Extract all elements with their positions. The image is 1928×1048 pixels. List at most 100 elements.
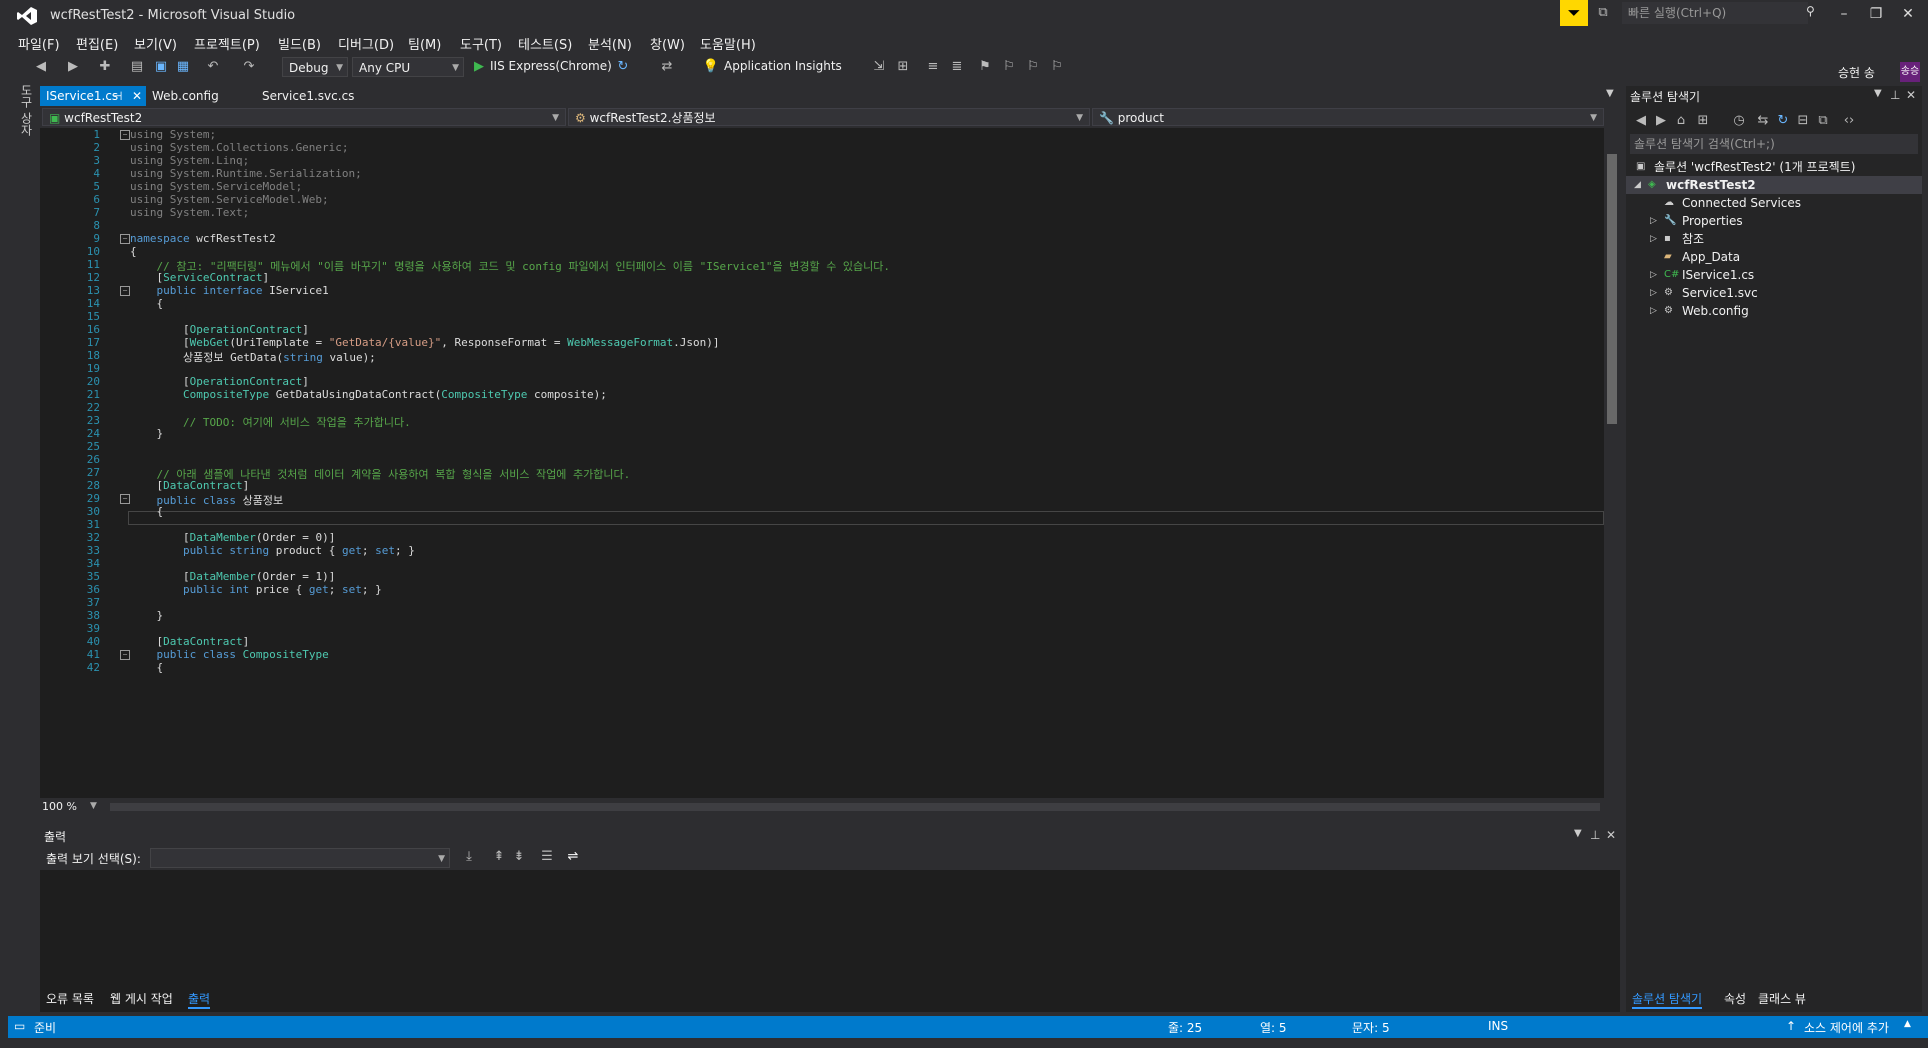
search-icon[interactable]: ⚲ xyxy=(1806,4,1815,18)
expand-icon[interactable]: ▷ xyxy=(1650,266,1657,284)
switch-views-icon[interactable]: ⊞ xyxy=(1694,112,1712,130)
refresh-icon[interactable]: ↻ xyxy=(614,58,632,76)
close-icon[interactable]: ✕ xyxy=(132,86,142,106)
clear-bookmarks-icon[interactable]: ⚐ xyxy=(1048,58,1066,76)
clear-all-icon[interactable]: ☰ xyxy=(538,848,556,866)
tree-item[interactable]: ▣ 솔루션 'wcfRestTest2' (1개 프로젝트) xyxy=(1626,158,1922,176)
forward-icon[interactable]: ▶ xyxy=(64,58,82,76)
tab-output[interactable]: 출력 xyxy=(188,990,211,1009)
horizontal-scrollbar[interactable] xyxy=(110,803,1600,811)
save-all-icon[interactable]: ▦ xyxy=(174,58,192,76)
code-line[interactable]: public class CompositeType xyxy=(130,648,329,661)
code-line[interactable]: using System.ServiceModel; xyxy=(130,180,302,193)
tree-item[interactable]: ◢ ◈ wcfRestTest2 xyxy=(1626,176,1922,194)
code-line[interactable]: using System.Collections.Generic; xyxy=(130,141,349,154)
expand-icon[interactable]: ▷ xyxy=(1650,230,1657,248)
tab-properties[interactable]: 속성 xyxy=(1724,990,1746,1007)
project-nav-select[interactable]: ▣ wcfRestTest2 ▼ xyxy=(42,108,566,126)
back-icon[interactable]: ◀ xyxy=(32,58,50,76)
editor-vertical-scrollbar[interactable] xyxy=(1604,128,1620,798)
comment-icon[interactable]: ≡ xyxy=(924,58,942,76)
menu-tools[interactable]: 도구(T) xyxy=(460,34,502,53)
menu-team[interactable]: 팀(M) xyxy=(408,34,441,53)
undo-icon[interactable]: ↶ xyxy=(204,58,222,76)
quick-launch-input[interactable]: 빠른 실행(Ctrl+Q) xyxy=(1622,2,1808,24)
code-line[interactable]: { xyxy=(130,505,163,518)
menu-help[interactable]: 도움말(H) xyxy=(700,34,756,53)
expand-icon[interactable]: ▷ xyxy=(1650,302,1657,320)
menu-window[interactable]: 창(W) xyxy=(650,34,685,53)
code-line[interactable]: [ServiceContract] xyxy=(130,271,269,284)
open-file-icon[interactable]: ▤ xyxy=(128,58,146,76)
next-message-icon[interactable]: ⇟ xyxy=(510,848,528,866)
prev-message-icon[interactable]: ⇞ xyxy=(490,848,508,866)
tab-iservice1-cs[interactable]: IService1.cs ⊣ ✕ xyxy=(40,86,146,106)
code-editor[interactable]: 1 2 3 4 5 6 7 8 9 10 11 12 13 14 15 16 17 18 19 20 21 22 23 24 2… xyxy=(40,128,1604,798)
close-icon[interactable]: ✕ xyxy=(1606,828,1616,842)
step-icon[interactable]: ⇲ xyxy=(870,58,888,76)
tab-class-view[interactable]: 클래스 뷰 xyxy=(1758,990,1806,1007)
tree-item[interactable]: ▷ ⚙ Service1.svc xyxy=(1626,284,1922,302)
code-line[interactable]: [OperationContract] xyxy=(130,323,309,336)
tree-item[interactable]: ▷ ▪ 참조 xyxy=(1626,230,1922,248)
panel-menu-icon[interactable]: ▼ xyxy=(1574,828,1582,839)
code-line[interactable]: using System.ServiceModel.Web; xyxy=(130,193,329,206)
panel-menu-icon[interactable]: ▼ xyxy=(1874,88,1882,99)
code-line[interactable]: [DataContract] xyxy=(130,635,249,648)
next-bookmark-icon[interactable]: ⚐ xyxy=(1024,58,1042,76)
menu-edit[interactable]: 편집(E) xyxy=(76,34,118,53)
code-line[interactable]: // TODO: 여기에 서비스 작업을 추가합니다. xyxy=(130,414,411,430)
menu-view[interactable]: 보기(V) xyxy=(134,34,177,53)
code-line[interactable]: { xyxy=(130,297,163,310)
show-all-files-icon[interactable]: ⧉ xyxy=(1814,112,1832,130)
tab-error-list[interactable]: 오류 목록 xyxy=(46,990,94,1007)
expand-icon[interactable]: ▷ xyxy=(1650,284,1657,302)
uncomment-icon[interactable]: ≣ xyxy=(948,58,966,76)
code-line[interactable]: public string product { get; set; } xyxy=(130,544,415,557)
code-line[interactable]: } xyxy=(130,609,163,622)
tree-item[interactable]: ▷ 🔧 Properties xyxy=(1626,212,1922,230)
menu-test[interactable]: 테스트(S) xyxy=(518,34,572,53)
chevron-up-icon[interactable]: ▲ xyxy=(1904,1019,1911,1029)
code-line[interactable]: using System.Linq; xyxy=(130,154,249,167)
pin-icon[interactable]: ⊥ xyxy=(1590,828,1600,842)
redo-icon[interactable]: ↷ xyxy=(240,58,258,76)
code-line[interactable]: [WebGet(UriTemplate = "GetData/{value}",… xyxy=(130,336,720,349)
collapse-all-icon[interactable]: ⊟ xyxy=(1794,112,1812,130)
collapse-icon[interactable]: − xyxy=(120,286,130,296)
code-line[interactable]: [OperationContract] xyxy=(130,375,309,388)
forward-icon[interactable]: ▶ xyxy=(1652,112,1670,130)
code-line[interactable]: public interface IService1 xyxy=(130,284,329,297)
member-nav-select[interactable]: 🔧 product ▼ xyxy=(1092,108,1604,126)
notification-flag-icon[interactable]: ⏷ xyxy=(1560,0,1588,26)
toolbox-tab[interactable]: 도구 상자 xyxy=(18,84,35,136)
close-icon[interactable]: ✕ xyxy=(1906,88,1916,102)
add-to-source-control-button[interactable]: 소스 제어에 추가 xyxy=(1804,1019,1889,1036)
collapse-icon[interactable]: − xyxy=(120,650,130,660)
play-icon[interactable]: ▶ xyxy=(470,58,488,76)
tree-item[interactable]: ▷ ⚙ Web.config xyxy=(1626,302,1922,320)
code-line[interactable]: [DataMember(Order = 0)] xyxy=(130,531,335,544)
maximize-button[interactable]: ❐ xyxy=(1864,6,1888,26)
pending-changes-icon[interactable]: ◷ xyxy=(1730,112,1748,130)
solution-search-input[interactable]: 솔루션 탐색기 검색(Ctrl+;) xyxy=(1630,134,1918,154)
code-area[interactable]: using System; using System.Collections.Ge… xyxy=(130,128,1600,798)
run-target-button[interactable]: IIS Express(Chrome) xyxy=(490,59,612,73)
collapse-icon[interactable]: − xyxy=(120,130,130,140)
tree-item[interactable]: ☁ Connected Services xyxy=(1626,194,1922,212)
platform-select[interactable]: Any CPU ▼ xyxy=(352,57,464,77)
home-icon[interactable]: ⌂ xyxy=(1672,112,1690,130)
save-icon[interactable]: ▣ xyxy=(152,58,170,76)
menu-debug[interactable]: 디버그(D) xyxy=(338,34,394,53)
code-line[interactable]: { xyxy=(130,661,163,674)
type-nav-select[interactable]: ⚙ wcfRestTest2.상품정보 ▼ xyxy=(568,108,1090,126)
code-line[interactable]: } xyxy=(130,427,163,440)
code-line[interactable]: namespace wcfRestTest2 xyxy=(130,232,276,245)
scroll-thumb[interactable] xyxy=(1607,154,1617,424)
tree-item[interactable]: ▰ App_Data xyxy=(1626,248,1922,266)
hex-icon[interactable]: ⊞ xyxy=(894,58,912,76)
expand-icon[interactable]: ▷ xyxy=(1650,212,1657,230)
collapse-icon[interactable]: − xyxy=(120,494,130,504)
feedback-icon[interactable]: ⧉ xyxy=(1594,4,1612,22)
pin-icon[interactable]: ⊥ xyxy=(1890,88,1900,102)
